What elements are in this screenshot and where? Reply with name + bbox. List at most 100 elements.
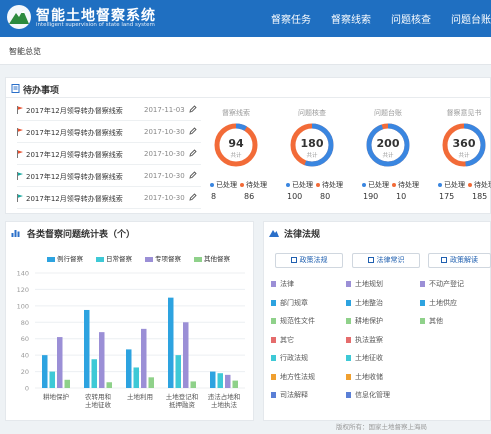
law-category-link[interactable]: 法律 bbox=[271, 279, 294, 289]
stat-done-value: 8 bbox=[211, 192, 217, 201]
chart-legend-item[interactable]: 日常督察 bbox=[96, 253, 132, 263]
legend-done: 已处理 bbox=[286, 180, 313, 190]
done-dot bbox=[362, 183, 366, 187]
document-icon bbox=[11, 84, 20, 93]
nav-item-verification[interactable]: 问题核查 bbox=[391, 11, 431, 26]
book-icon bbox=[271, 299, 276, 306]
edit-icon[interactable] bbox=[189, 171, 197, 179]
stat-total-label: 共计 bbox=[458, 153, 470, 159]
nav-item-tasks[interactable]: 督察任务 bbox=[271, 11, 311, 26]
law-tab-button[interactable]: 法律常识 bbox=[352, 253, 420, 268]
list-icon bbox=[441, 257, 447, 263]
legend-swatch bbox=[145, 256, 153, 262]
nav-item-clues[interactable]: 督察线索 bbox=[331, 11, 371, 26]
book-icon bbox=[271, 336, 276, 343]
edit-icon[interactable] bbox=[189, 105, 197, 113]
law-category-link[interactable]: 土地供应 bbox=[420, 298, 457, 308]
law-category-link[interactable]: 部门规章 bbox=[271, 298, 308, 308]
stat-card[interactable]: 问题台账 200 共计 已处理 待处理 190 10 bbox=[352, 100, 424, 210]
pending-dot bbox=[240, 183, 244, 187]
legend-done: 已处理 bbox=[438, 180, 465, 190]
pending-label: 待处理 bbox=[474, 181, 491, 189]
edit-icon[interactable] bbox=[189, 127, 197, 135]
law-category-link[interactable]: 土地整治 bbox=[346, 298, 383, 308]
law-tab-button[interactable]: 政策法规 bbox=[275, 253, 343, 268]
nav-item-ledger[interactable]: 问题台账 bbox=[451, 11, 491, 26]
chart-legend-item[interactable]: 其他督察 bbox=[194, 253, 230, 263]
law-category-link[interactable]: 行政法规 bbox=[271, 353, 308, 363]
todo-item[interactable]: 2017年12月领导转办督察线索 2017-10-30 bbox=[17, 143, 201, 165]
todo-item-date: 2017-11-03 bbox=[144, 106, 185, 114]
chart-panel-title: 各类督察问题统计表（个） bbox=[27, 230, 136, 240]
legend-done: 已处理 bbox=[210, 180, 237, 190]
book-icon bbox=[346, 336, 351, 343]
law-category-label: 司法解释 bbox=[280, 391, 308, 399]
stat-total-label: 共计 bbox=[230, 153, 242, 159]
list-icon bbox=[290, 257, 297, 263]
law-tab-button[interactable]: 政策解读 bbox=[428, 253, 491, 268]
law-category-label: 土地收储 bbox=[355, 372, 383, 381]
stat-pending-value: 86 bbox=[244, 192, 255, 201]
legend-label: 其他督察 bbox=[204, 255, 230, 263]
todo-item[interactable]: 2017年12月领导转办督察线索 2017-10-30 bbox=[17, 187, 201, 209]
stat-card[interactable]: 督察意见书 360 共计已处理 待处理 175 185 bbox=[428, 100, 491, 210]
law-category-link[interactable]: 土地收储 bbox=[346, 372, 383, 382]
law-category-link[interactable]: 执法监察 bbox=[346, 335, 383, 345]
law-category-link[interactable]: 不动产登记 bbox=[420, 279, 464, 289]
book-icon bbox=[346, 373, 351, 380]
law-category-link[interactable]: 耕地保护 bbox=[346, 316, 383, 326]
stat-title: 督察线索 bbox=[222, 109, 250, 117]
law-category-link[interactable]: 其它 bbox=[271, 335, 294, 345]
stat-title: 督察意见书 bbox=[446, 109, 482, 117]
edit-icon[interactable] bbox=[189, 193, 197, 201]
flag-icon bbox=[17, 172, 23, 180]
book-icon bbox=[271, 318, 276, 324]
law-category-link[interactable]: 地方性法规 bbox=[271, 372, 315, 382]
law-category-label: 土地规划 bbox=[355, 280, 383, 288]
chart-legend-item[interactable]: 专项督察 bbox=[145, 253, 181, 263]
legend-label: 专项督察 bbox=[155, 255, 181, 263]
todo-item[interactable]: 2017年12月领导转办督察线索 2017-11-03 bbox=[17, 99, 201, 121]
law-category-link[interactable]: 土地规划 bbox=[346, 279, 383, 289]
law-category-label: 地方性法规 bbox=[280, 372, 315, 381]
todo-item[interactable]: 2017年12月领导转办督察线索 2017-10-30 bbox=[17, 165, 201, 187]
stat-pending-value: 10 bbox=[396, 192, 407, 201]
stat-card[interactable]: 问题核查 180 共计 已处理 待处理 100 80 bbox=[276, 100, 348, 210]
todo-item-text: 2017年12月领导转办督察线索 bbox=[26, 129, 123, 137]
todo-item-date: 2017-10-30 bbox=[144, 128, 185, 136]
law-category-label: 执法监察 bbox=[355, 335, 383, 344]
legend-label: 日常督察 bbox=[106, 255, 132, 263]
book-icon bbox=[346, 318, 351, 324]
stat-done-value: 175 bbox=[439, 192, 455, 201]
law-category-label: 其他 bbox=[429, 317, 443, 325]
book-icon bbox=[271, 392, 276, 398]
chart-legend: 例行督察 日常督察 专项督察 其他督察 bbox=[47, 253, 243, 263]
law-category-link[interactable]: 规范性文件 bbox=[271, 316, 315, 326]
book-icon bbox=[271, 355, 276, 361]
todo-item-date: 2017-10-30 bbox=[144, 194, 185, 202]
law-panel-title: 法律法规 bbox=[284, 230, 321, 240]
chart-legend-item[interactable]: 例行督察 bbox=[47, 253, 83, 263]
stat-total: 360 bbox=[452, 137, 476, 150]
edit-icon[interactable] bbox=[189, 149, 197, 157]
law-category-link[interactable]: 其他 bbox=[420, 316, 443, 326]
todo-item[interactable]: 2017年12月领导转办督察线索 2017-10-30 bbox=[17, 121, 201, 143]
law-category-link[interactable]: 信息化管理 bbox=[346, 390, 390, 400]
stat-done-value: 190 bbox=[363, 192, 379, 201]
law-category-link[interactable]: 土地征收 bbox=[346, 353, 383, 363]
stat-title: 问题台账 bbox=[374, 109, 402, 117]
pending-label: 待处理 bbox=[322, 181, 343, 189]
law-category-link[interactable]: 司法解释 bbox=[271, 390, 308, 400]
todo-item-date: 2017-10-30 bbox=[144, 172, 185, 180]
pending-label: 待处理 bbox=[246, 181, 267, 189]
todo-panel-title: 待办事项 bbox=[23, 86, 60, 96]
todo-item-text: 2017年12月领导转办督察线索 bbox=[26, 173, 123, 181]
done-dot bbox=[438, 183, 442, 187]
law-category-label: 不动产登记 bbox=[429, 280, 464, 288]
book-icon bbox=[420, 299, 425, 306]
stat-card[interactable]: 督察线索 94 共计 已处理 待处理 8 86 bbox=[200, 100, 272, 210]
law-tab-label: 政策解读 bbox=[450, 256, 478, 264]
legend-pending: 待处理 bbox=[316, 180, 343, 190]
law-category-label: 耕地保护 bbox=[355, 317, 383, 325]
breadcrumb-bar: 智能总览 bbox=[0, 37, 491, 65]
